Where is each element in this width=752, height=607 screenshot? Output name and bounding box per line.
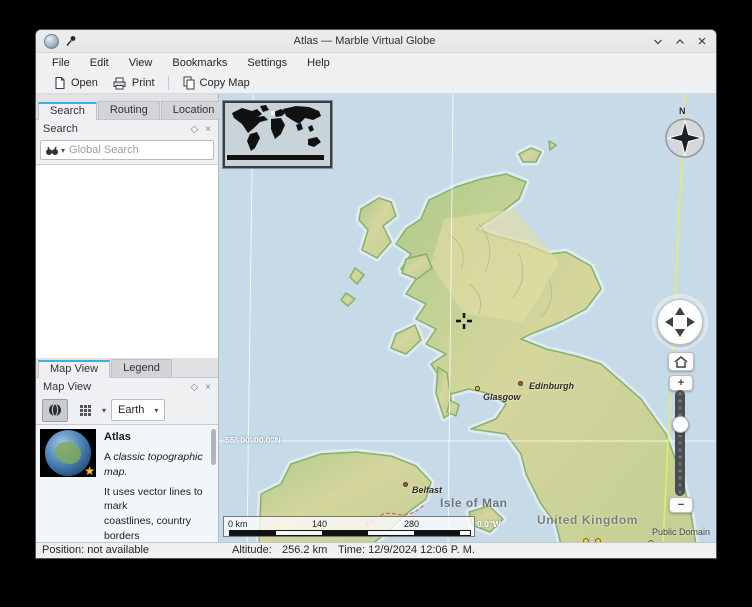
belfast-marker[interactable]: [403, 482, 408, 487]
favorite-star-icon: ★: [84, 465, 95, 477]
status-time: Time: 12/9/2024 12:06 P. M.: [338, 544, 475, 556]
pan-left-arrow: [665, 317, 673, 327]
print-button[interactable]: Print: [105, 76, 162, 91]
overview-world-icon: [225, 103, 326, 162]
map-theme-description: A classic topographic map.: [104, 450, 208, 479]
view-mode-dropdown-icon[interactable]: ▾: [102, 406, 106, 415]
united-kingdom-label: United Kingdom: [537, 513, 638, 527]
landmass: [259, 141, 696, 542]
sidebar: Search Routing Location Search ◇ × ▾ Map…: [36, 94, 219, 542]
search-type-dropdown-icon[interactable]: ▾: [61, 146, 65, 155]
scale-bar: 0 km 140 280: [223, 516, 475, 537]
map-attribution: Public Domain: [652, 527, 710, 537]
pan-right-arrow: [687, 317, 695, 327]
search-results-list[interactable]: [36, 164, 218, 358]
search-tabbar: Search Routing Location: [36, 94, 218, 120]
tab-routing[interactable]: Routing: [98, 101, 160, 119]
minimize-button[interactable]: [652, 35, 664, 47]
longitude-label: 0.0"W: [477, 519, 501, 529]
zoom-in-button[interactable]: +: [669, 375, 693, 391]
home-icon: [674, 356, 688, 368]
mapview-toolbar: ▾ Earth ▾: [36, 396, 218, 424]
search-input[interactable]: [67, 143, 209, 157]
float-panel-icon[interactable]: ◇: [190, 124, 198, 135]
print-icon: [112, 77, 127, 90]
globe-icon: [48, 403, 62, 417]
scale-tick: 280: [404, 519, 419, 529]
menu-edit[interactable]: Edit: [80, 55, 119, 71]
mapview-tabbar: Map View Legend: [36, 358, 218, 378]
pan-down-arrow: [675, 329, 685, 337]
window-title: Atlas — Marble Virtual Globe: [77, 35, 652, 47]
pan-up-arrow: [675, 307, 685, 315]
tab-location[interactable]: Location: [161, 101, 227, 119]
edinburgh-marker[interactable]: [518, 381, 523, 386]
glasgow-marker[interactable]: [475, 386, 480, 391]
pin-icon[interactable]: [65, 35, 77, 47]
tab-map-view[interactable]: Map View: [38, 360, 110, 378]
zoom-out-button[interactable]: −: [669, 497, 693, 513]
copy-map-button[interactable]: Copy Map: [175, 75, 257, 91]
glasgow-label: Glasgow: [483, 392, 521, 402]
pan-control[interactable]: [652, 294, 708, 350]
statusbar: Position: not available Altitude: 256.2 …: [36, 542, 716, 558]
zoom-slider-handle[interactable]: [672, 416, 689, 433]
scale-tick: 0 km: [228, 519, 248, 529]
open-button[interactable]: Open: [46, 75, 105, 91]
menu-view[interactable]: View: [119, 55, 163, 71]
belfast-label: Belfast: [412, 485, 442, 495]
latitude-label: 55° 00' 00.0"N: [225, 435, 281, 445]
global-search-field[interactable]: ▾: [40, 140, 214, 160]
close-panel-icon[interactable]: ×: [205, 124, 211, 135]
status-position: Position: not available: [42, 544, 149, 556]
edinburgh-label: Edinburgh: [529, 381, 574, 391]
tab-legend[interactable]: Legend: [111, 359, 172, 377]
app-window: Atlas — Marble Virtual Globe File Edit V…: [36, 30, 716, 558]
globe-projection-button[interactable]: [42, 399, 68, 422]
tab-search[interactable]: Search: [38, 102, 97, 120]
chevron-down-icon: ▾: [154, 406, 158, 415]
main-toolbar: Open Print Copy Map: [36, 73, 716, 94]
open-file-icon: [53, 76, 66, 90]
zoom-slider[interactable]: [675, 390, 685, 496]
isle-of-man-label: Isle of Man: [440, 496, 508, 510]
menu-help[interactable]: Help: [297, 55, 340, 71]
toolbar-separator: [168, 76, 169, 90]
grid-icon: [79, 404, 92, 417]
titlebar[interactable]: Atlas — Marble Virtual Globe: [36, 30, 716, 53]
marble-app-icon: [44, 34, 59, 49]
list-scrollbar[interactable]: [211, 429, 216, 465]
map-list-view-button[interactable]: [73, 400, 97, 421]
scale-bar-segments: [229, 530, 471, 536]
compass-icon[interactable]: [664, 117, 706, 159]
map-theme-list: ★ Atlas A classic topographic map. It us…: [36, 424, 218, 542]
map-theme-title: Atlas: [104, 430, 208, 445]
copy-icon: [182, 76, 195, 90]
mapview-panel-header: Map View ◇ ×: [36, 378, 218, 396]
status-altitude-label: Altitude:: [232, 544, 272, 556]
overview-map[interactable]: [223, 101, 332, 168]
search-panel-header: Search ◇ ×: [36, 120, 218, 138]
menu-bookmarks[interactable]: Bookmarks: [162, 55, 237, 71]
celestial-body-select[interactable]: Earth ▾: [111, 399, 165, 421]
close-panel-icon[interactable]: ×: [205, 382, 211, 393]
compass-north-label: N: [679, 106, 686, 116]
map-view[interactable]: N: [219, 94, 716, 542]
menu-file[interactable]: File: [42, 55, 80, 71]
overview-position-marker: [271, 111, 275, 115]
home-button[interactable]: [668, 352, 694, 371]
atlas-thumbnail: ★: [40, 429, 96, 477]
maximize-button[interactable]: [674, 35, 686, 47]
float-panel-icon[interactable]: ◇: [190, 382, 198, 393]
binoculars-icon: [45, 145, 59, 156]
map-theme-atlas[interactable]: ★ Atlas A classic topographic map. It us…: [36, 425, 218, 542]
menubar: File Edit View Bookmarks Settings Help: [36, 53, 716, 73]
menu-settings[interactable]: Settings: [237, 55, 297, 71]
scale-tick: 140: [312, 519, 327, 529]
status-altitude-value: 256.2 km: [282, 544, 327, 556]
close-button[interactable]: [696, 35, 708, 47]
